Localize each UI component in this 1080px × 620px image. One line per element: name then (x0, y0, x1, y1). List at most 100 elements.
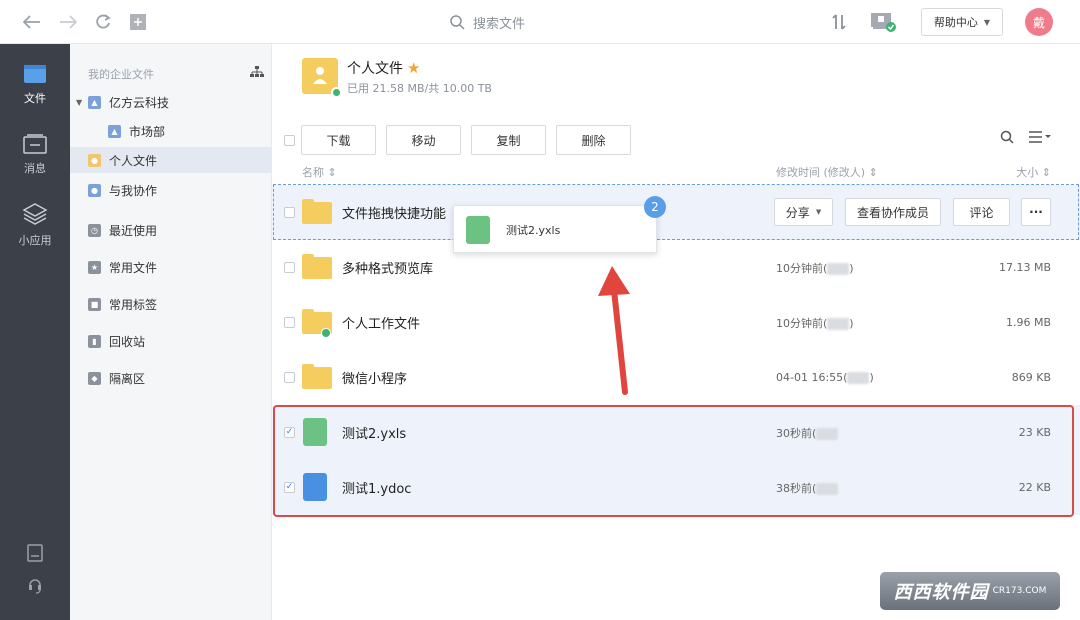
file-name[interactable]: 多种格式预览库 (342, 258, 433, 277)
sidebar-item-label: 常用文件 (109, 260, 158, 275)
rail-item-files[interactable]: 文件 (0, 64, 70, 106)
action-toolbar: 下载 移动 复制 删除 (284, 125, 631, 155)
help-center-dropdown[interactable]: 帮助中心 ▼ (921, 8, 1003, 36)
row-checkbox[interactable] (284, 372, 295, 383)
drag-preview: 测试2.yxls (453, 205, 657, 253)
main-panel: 个人文件 ★ 已用 21.58 MB/共 10.00 TB 下载 移动 复制 删… (272, 44, 1080, 620)
modified-time: 04-01 16:55() (776, 371, 874, 384)
rail-item-messages[interactable]: 消息 (0, 134, 70, 176)
row-checkbox[interactable] (284, 317, 295, 328)
sidebar-item-label: 隔离区 (109, 371, 146, 386)
watermark-text: 西西软件园 (893, 582, 989, 603)
search-icon[interactable] (1000, 130, 1014, 148)
device-icon[interactable] (0, 544, 70, 562)
apps-icon (22, 203, 48, 225)
table-row[interactable]: 个人工作文件 10分钟前() 1.96 MB (272, 295, 1080, 350)
redacted-user (827, 262, 850, 275)
file-size: 869 KB (1011, 371, 1051, 384)
tag-icon: ■ (88, 297, 101, 311)
personal-icon: ● (88, 153, 101, 167)
file-size: 17.13 MB (998, 261, 1051, 274)
favorite-star-icon[interactable]: ★ (407, 59, 420, 77)
transfer-icon[interactable] (827, 10, 851, 34)
forward-arrow-icon[interactable] (56, 10, 80, 34)
avatar[interactable]: 戴 (1025, 8, 1053, 36)
sidebar-item-label: 亿方云科技 (109, 95, 170, 110)
back-arrow-icon[interactable] (20, 10, 44, 34)
caret-down-icon[interactable]: ▼ (76, 98, 86, 107)
collaborate-icon: ● (88, 183, 101, 197)
company-icon: ▲ (88, 95, 101, 109)
sidebar-item-marketing[interactable]: ▲ 市场部 (70, 118, 272, 144)
sync-status-icon[interactable] (868, 10, 898, 34)
file-name[interactable]: 个人工作文件 (342, 313, 420, 332)
clock-icon: ◷ (88, 223, 101, 237)
move-button[interactable]: 移动 (386, 125, 461, 155)
delete-button[interactable]: 删除 (556, 125, 631, 155)
sidebar-item-personal-files[interactable]: ● 个人文件 (70, 147, 272, 173)
modified-time: 10分钟前() (776, 316, 854, 330)
watermark-logo: 西西软件园 CR173.COM (880, 572, 1060, 610)
file-size: 1.96 MB (1005, 316, 1051, 329)
org-tree-icon[interactable] (250, 66, 264, 81)
sync-badge-icon (321, 328, 331, 338)
sidebar-item-label: 常用标签 (109, 297, 158, 312)
sidebar-item-favorites[interactable]: ★ 常用文件 (70, 254, 272, 280)
drag-count-badge: 2 (644, 196, 666, 218)
row-checkbox[interactable] (284, 262, 295, 273)
department-icon: ▲ (108, 124, 121, 138)
modified-time: 10分钟前() (776, 261, 854, 275)
file-name[interactable]: 微信小程序 (342, 368, 407, 387)
sidebar-item-label: 回收站 (109, 334, 146, 349)
message-icon (23, 134, 47, 154)
trash-icon: ▮ (88, 334, 101, 348)
sidebar-item-company[interactable]: ▼ ▲ 亿方云科技 (70, 89, 272, 115)
column-header-name[interactable]: 名称 ⇕ (302, 164, 337, 180)
top-bar: 搜索文件 帮助中心 ▼ 戴 (0, 0, 1080, 44)
sidebar-item-label: 个人文件 (109, 153, 158, 168)
sidebar-item-trash[interactable]: ▮ 回收站 (70, 328, 272, 354)
search-placeholder: 搜索文件 (473, 16, 526, 32)
copy-button[interactable]: 复制 (471, 125, 546, 155)
storage-usage: 已用 21.58 MB/共 10.00 TB (347, 82, 492, 95)
annotation-arrow-icon (598, 266, 630, 395)
rail-item-label: 文件 (24, 92, 46, 105)
sidebar-item-label: 与我协作 (109, 183, 158, 198)
personal-folder-icon (302, 58, 342, 98)
star-icon: ★ (88, 260, 101, 274)
sidebar-item-recent[interactable]: ◷ 最近使用 (70, 217, 272, 243)
sidebar-item-tags[interactable]: ■ 常用标签 (70, 291, 272, 317)
folder-icon (302, 254, 332, 279)
download-button[interactable]: 下载 (301, 125, 376, 155)
redacted-user (827, 317, 850, 330)
table-row[interactable]: 微信小程序 04-01 16:55() 869 KB (272, 350, 1080, 405)
select-all-checkbox[interactable] (284, 134, 295, 146)
rail-item-label: 消息 (24, 162, 46, 175)
spreadsheet-file-icon (466, 216, 490, 244)
drag-file-name: 测试2.yxls (506, 224, 561, 237)
view-mode-icon[interactable] (1028, 130, 1052, 148)
sync-badge-icon (331, 87, 342, 98)
modified-time-text: 04-01 16:55( (776, 371, 848, 384)
sidebar-item-quarantine[interactable]: ◆ 隔离区 (70, 365, 272, 391)
drop-target-outline (273, 184, 1079, 240)
folder-icon (24, 65, 46, 83)
chevron-down-icon: ▼ (983, 17, 991, 27)
search-box[interactable]: 搜索文件 (450, 10, 525, 34)
column-header-modified[interactable]: 修改时间 (修改人) ⇕ (776, 164, 878, 180)
table-row[interactable]: 多种格式预览库 10分钟前() 17.13 MB (272, 240, 1080, 295)
redacted-user (847, 372, 870, 384)
watermark-sub: CR173.COM (992, 586, 1047, 596)
support-icon[interactable] (0, 576, 70, 594)
modified-time-text: 10分钟前( (776, 261, 828, 275)
column-header-size[interactable]: 大小 ⇕ (1016, 164, 1051, 180)
sidebar-item-shared-with-me[interactable]: ● 与我协作 (70, 177, 272, 203)
refresh-icon[interactable] (91, 10, 115, 34)
sidebar-item-label: 最近使用 (109, 223, 158, 238)
new-folder-icon[interactable] (126, 10, 150, 34)
sidebar-item-label: 市场部 (129, 124, 166, 139)
modified-time-text: 10分钟前( (776, 316, 828, 330)
rail-item-label: 小应用 (18, 234, 52, 247)
rail-item-apps[interactable]: 小应用 (0, 202, 70, 248)
shield-icon: ◆ (88, 371, 101, 385)
